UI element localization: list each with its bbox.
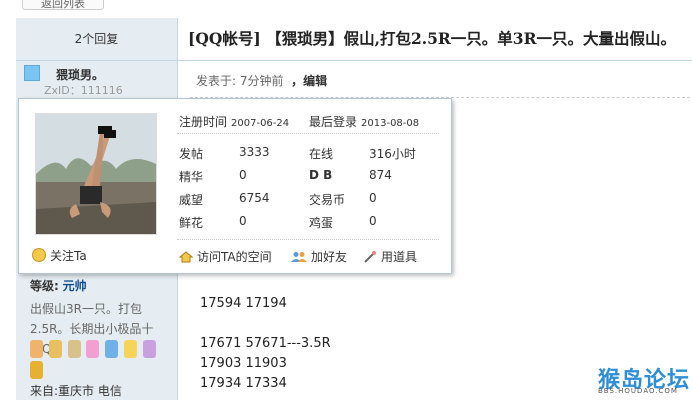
content-line: 17934 17334: [200, 376, 287, 391]
posted-time: 7分钟前: [239, 74, 284, 88]
medal-list: [30, 340, 170, 382]
stat-label: 鲜花: [179, 216, 204, 230]
stat-label: 鸡蛋: [309, 216, 334, 230]
level-value[interactable]: 元帅: [63, 279, 87, 293]
stat-value: 3333: [239, 145, 270, 159]
stat-label: 发帖: [179, 147, 204, 161]
avatar[interactable]: [35, 113, 157, 235]
reg-row: 注册时间 2007-06-24: [179, 113, 289, 130]
stat-value: 0: [239, 214, 247, 228]
content-line: 17903 11903: [200, 356, 287, 371]
last-login-row: 最后登录 2013-08-08: [309, 113, 419, 130]
last-login-date: 2013-08-08: [361, 118, 420, 129]
use-item-link[interactable]: 用道具: [363, 248, 417, 265]
stat-value: 0: [369, 214, 377, 228]
author-header: 猥琐男。 ZxID：111116: [16, 61, 177, 101]
use-item-label: 用道具: [381, 250, 418, 264]
popup-divider-bottom: [177, 239, 439, 241]
thread-title: [QQ帐号] 【猥琐男】假山,打包2.5R一只。单3R一只。大量出假山。: [188, 29, 676, 48]
user-card-icon[interactable]: [24, 65, 40, 81]
add-friend-link[interactable]: 加好友: [291, 248, 347, 265]
stat-value: 6754: [239, 191, 270, 205]
stat-value: 316小时: [369, 147, 416, 161]
stat-label: 在线: [309, 147, 334, 161]
popup-divider: [177, 133, 439, 135]
home-icon: [179, 251, 193, 263]
back-to-list-button[interactable]: 返回列表: [22, 0, 104, 10]
bulb-icon: [32, 248, 46, 262]
add-friend-icon: [291, 252, 307, 262]
content-line: 17671 57671---3.5R: [200, 336, 331, 351]
stat-value: 874: [369, 168, 392, 182]
wand-icon: [364, 251, 376, 263]
post-content: 17594 17194 17671 57671---3.5R 17903 119…: [200, 294, 331, 394]
user-info-popup: 关注Ta 注册时间 2007-06-24 最后登录 2013-08-08 发帖 33…: [18, 98, 452, 274]
author-location: 来自:重庆市 电信: [30, 384, 122, 398]
medal-icon[interactable]: [105, 340, 119, 358]
avatar-image: [36, 114, 156, 234]
last-login-label: 最后登录: [309, 115, 358, 129]
medal-icon[interactable]: [124, 340, 138, 358]
follow-label: 关注Ta: [50, 249, 87, 263]
watermark-url: BBS.HOUDAO.COM: [598, 387, 678, 395]
content-line: 17594 17194: [200, 296, 287, 311]
stat-label: 交易币: [309, 193, 346, 207]
reg-date: 2007-06-24: [231, 118, 290, 129]
follow-button[interactable]: 关注Ta: [32, 247, 87, 264]
medal-icon[interactable]: [86, 340, 100, 358]
content-line: [200, 314, 331, 334]
visit-space-link[interactable]: 访问TA的空间: [179, 248, 272, 265]
reply-count: 2个回复: [16, 18, 177, 61]
site-watermark: 猴岛论坛 BBS.HOUDAO.COM: [598, 362, 690, 395]
stat-label: 威望: [179, 193, 204, 207]
author-name[interactable]: 猥琐男。: [56, 66, 104, 83]
reg-label: 注册时间: [179, 115, 228, 129]
medal-icon[interactable]: [48, 340, 62, 358]
edit-link[interactable]: ，编辑: [291, 74, 327, 88]
author-level: 等级: 元帅: [30, 277, 87, 294]
medal-icon[interactable]: [142, 340, 156, 358]
medal-icon[interactable]: [30, 361, 43, 379]
posted-prefix: 发表于:: [196, 74, 240, 88]
stat-value: 0: [239, 168, 247, 182]
visit-space-label: 访问TA的空间: [197, 250, 272, 264]
medal-icon[interactable]: [67, 340, 81, 358]
stat-label: 精华: [179, 170, 204, 184]
author-zxid: ZxID：111116: [44, 84, 123, 97]
level-label: 等级:: [30, 279, 59, 293]
medal-icon[interactable]: [30, 340, 43, 358]
thread-title-bar: [QQ帐号] 【猥琐男】假山,打包2.5R一只。单3R一只。大量出假山。: [177, 18, 692, 61]
add-friend-label: 加好友: [311, 250, 348, 264]
top-bar: 返回列表: [0, 0, 692, 12]
stat-label: D B: [309, 168, 333, 182]
post-meta: 发表于: 7分钟前 ，编辑: [196, 72, 327, 89]
stat-value: 0: [369, 191, 377, 205]
